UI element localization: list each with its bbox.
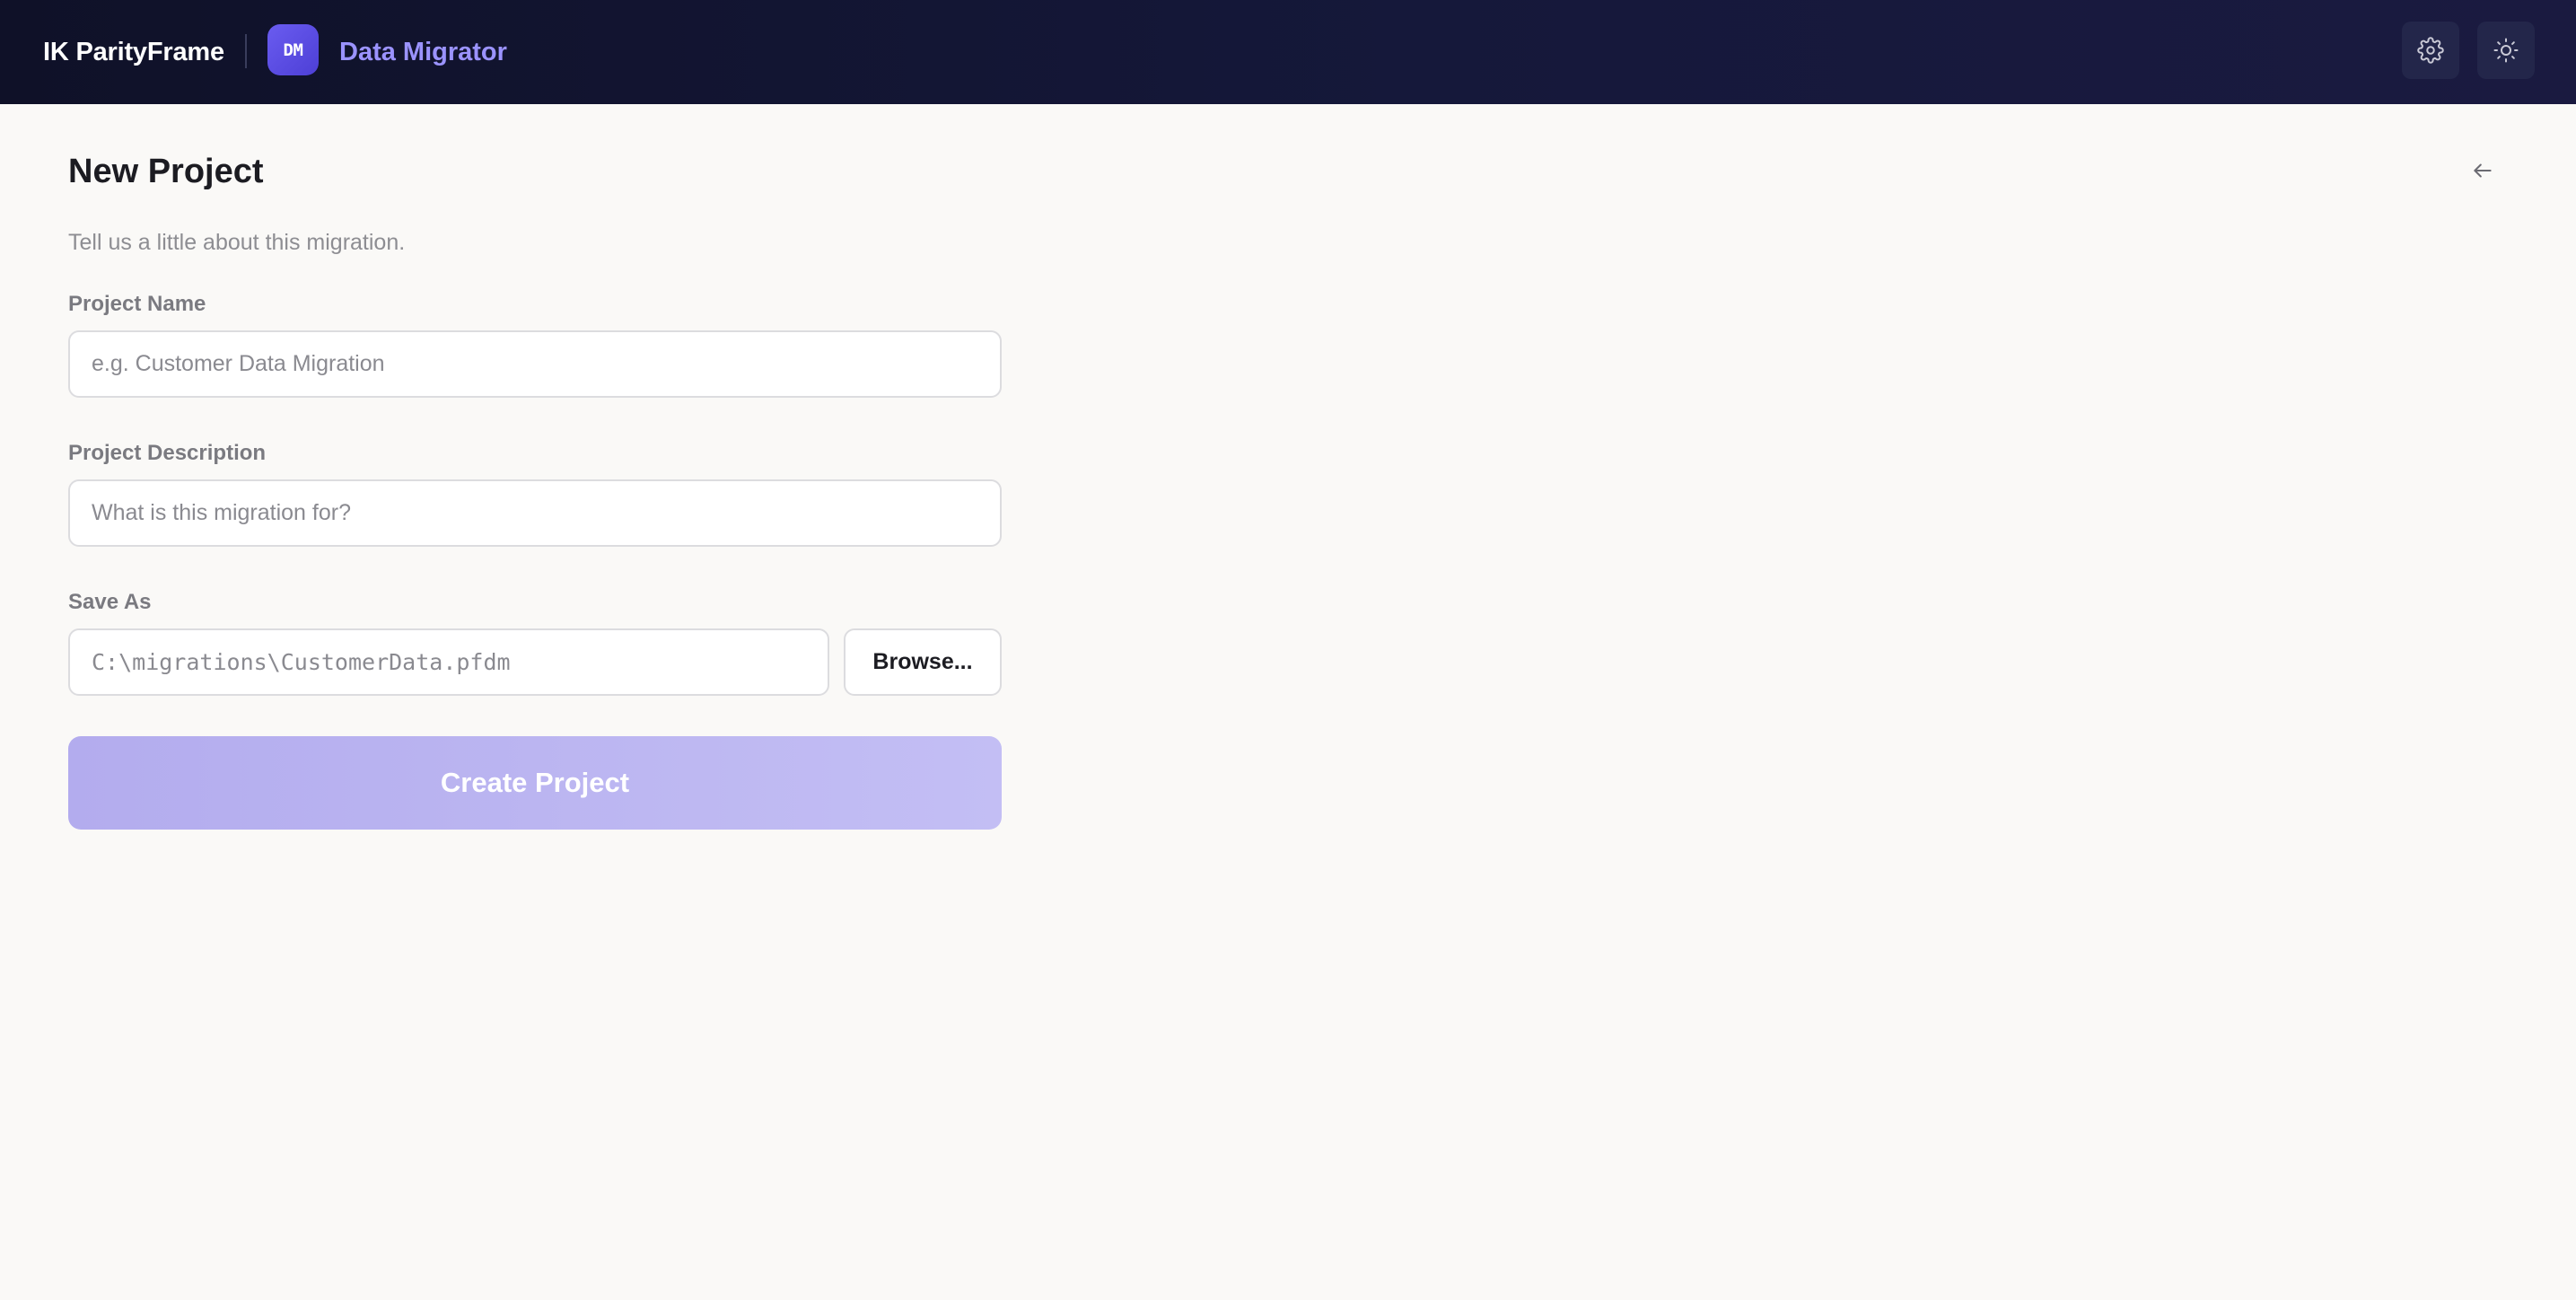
app-name: Data Migrator xyxy=(339,37,507,66)
arrow-left-icon xyxy=(2474,163,2492,178)
header-divider xyxy=(245,34,247,68)
save-as-path-input[interactable] xyxy=(68,628,829,696)
project-description-label: Project Description xyxy=(68,441,267,465)
project-name-label: Project Name xyxy=(68,292,206,316)
page-title: New Project xyxy=(68,153,264,190)
app-header: IK ParityFrame DM Data Migrator xyxy=(0,0,2576,104)
gear-icon xyxy=(2417,37,2444,64)
app-badge: DM xyxy=(267,24,319,75)
browse-button[interactable]: Browse... xyxy=(844,628,1002,696)
project-name-input[interactable] xyxy=(68,330,1002,398)
save-as-label: Save As xyxy=(68,590,152,614)
settings-button[interactable] xyxy=(2402,22,2459,79)
back-button[interactable] xyxy=(2465,153,2501,189)
theme-toggle-button[interactable] xyxy=(2477,22,2535,79)
sun-icon xyxy=(2493,38,2519,63)
brand-name: IK ParityFrame xyxy=(43,37,224,66)
create-project-button[interactable]: Create Project xyxy=(68,736,1002,830)
project-description-input[interactable] xyxy=(68,479,1002,547)
page-subtitle: Tell us a little about this migration. xyxy=(68,230,406,255)
